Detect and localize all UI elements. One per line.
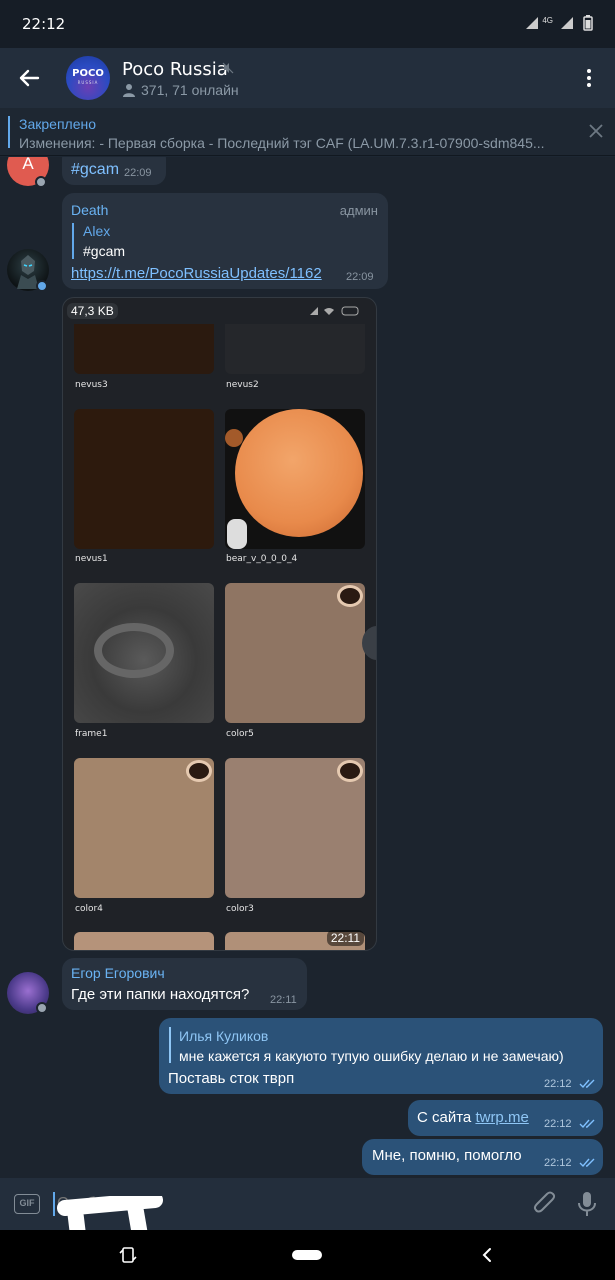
reply-name: Alex [83,223,111,239]
signal-icon-2 [561,17,573,29]
signal-icon [526,17,539,29]
message-list[interactable]: A #gcam 22:09 Death админ Alex #gcam htt… [0,157,615,1178]
thumbnail[interactable] [74,324,214,374]
close-icon[interactable] [589,124,603,138]
admin-badge: админ [339,203,378,218]
back-arrow-icon[interactable] [14,63,44,93]
double-check-icon [579,1158,595,1168]
status-bar: 22:12 4G [0,0,615,48]
pinned-accent-bar [8,116,10,148]
avatar-logo-subtext: RUSSIA [77,80,99,85]
double-check-icon [579,1079,595,1089]
message-bubble[interactable]: С сайта twrp.me 22:12 [408,1100,603,1136]
message-time: 22:12 [544,1078,572,1090]
chat-header: POCO RUSSIA Poco Russia 371, 71 онлайн [0,48,615,108]
message-bubble[interactable]: #gcam 22:09 [62,157,166,185]
message-text: С сайта twrp.me [417,1109,529,1126]
thumbnail[interactable] [74,583,214,723]
reply-accent-bar [169,1027,171,1063]
screenshot-status-icons [310,306,359,316]
reply-accent-bar [72,223,74,259]
channel-title[interactable]: Poco Russia [122,59,228,80]
message-text: Где эти папки находятся? [71,986,250,1003]
pinned-message-bar[interactable]: Закреплено Изменения: - Первая сборка - … [0,108,615,156]
image-message[interactable]: 47,3 KB nevus3 nevus2 nevus1 bear_v_0_0_… [62,297,377,951]
status-icons: 4G [526,15,593,31]
thumbnail-label: color4 [75,904,103,914]
avatar-letter: A [22,157,34,173]
message-link[interactable]: https://t.me/PocoRussiaUpdates/1162 [71,265,322,282]
reply-text: мне кажется я какуюто тупую ошибку делаю… [179,1048,564,1064]
pinned-text: Изменения: - Первая сборка - Последний т… [19,135,545,151]
thumbnail[interactable] [225,583,365,723]
channel-avatar[interactable]: POCO RUSSIA [66,56,110,100]
back-chevron-icon[interactable] [480,1245,494,1265]
channel-subtitle: 371, 71 онлайн [122,82,239,98]
thumbnail-label: bear_v_0_0_0_4 [226,554,298,564]
thumbnail-label: nevus1 [75,554,108,564]
thumbnail[interactable] [225,409,365,549]
thumbnail[interactable] [74,932,214,950]
rotate-icon[interactable] [118,1245,138,1265]
system-nav-bar [0,1230,615,1280]
reply-text: #gcam [83,243,126,259]
mute-icon [222,62,234,74]
thumbnail-label: nevus3 [75,380,108,390]
thumbnail-label: color5 [226,729,254,739]
network-type: 4G [542,15,553,25]
message-text: #gcam [71,161,120,178]
members-icon [123,84,135,97]
microphone-icon[interactable] [577,1190,597,1218]
image-size-label: 47,3 KB [67,303,118,319]
thumbnail[interactable] [74,758,214,898]
thumbnail-label: frame1 [75,729,108,739]
sender-name[interactable]: Death [71,202,108,218]
message-bubble[interactable]: Илья Куликов мне кажется я какуюто тупую… [159,1018,603,1094]
pinned-title: Закреплено [19,116,96,132]
message-bubble[interactable]: Death админ Alex #gcam https://t.me/Poco… [62,193,388,289]
thumbnail[interactable] [225,758,365,898]
message-time: 22:12 [544,1118,572,1130]
battery-icon [583,15,593,31]
message-text-prefix: С сайта [417,1109,476,1126]
member-count: 371, 71 онлайн [141,82,239,98]
home-button[interactable] [292,1250,322,1260]
message-input-bar: GIF [0,1178,615,1276]
more-menu-icon[interactable] [577,66,601,90]
online-indicator [36,1002,48,1014]
online-indicator [35,176,47,188]
thumbnail-label: color3 [226,904,254,914]
image-time: 22:11 [326,930,364,946]
message-time: 22:12 [544,1157,572,1169]
online-indicator [36,280,48,292]
thumbnail-label: nevus2 [226,380,259,390]
message-text: Поставь сток тврп [168,1070,295,1087]
message-bubble[interactable]: Мне, помню, помогло 22:12 [362,1139,603,1175]
message-time: 22:11 [270,994,297,1006]
message-time: 22:09 [124,167,152,179]
double-check-icon [579,1119,595,1129]
message-bubble[interactable]: Егор Егорович Где эти папки находятся? 2… [62,958,307,1010]
status-time: 22:12 [22,15,66,33]
thumbnail[interactable] [225,324,365,374]
message-text: Мне, помню, помогло [372,1147,522,1164]
gif-button[interactable]: GIF [14,1194,40,1214]
message-time: 22:09 [346,271,374,283]
reply-name: Илья Куликов [179,1028,269,1044]
paperclip-icon[interactable] [533,1191,557,1217]
thumbnail[interactable] [74,409,214,549]
message-link[interactable]: twrp.me [475,1109,528,1126]
avatar-logo-text: POCO [72,68,104,79]
sender-name[interactable]: Егор Егорович [71,965,165,981]
